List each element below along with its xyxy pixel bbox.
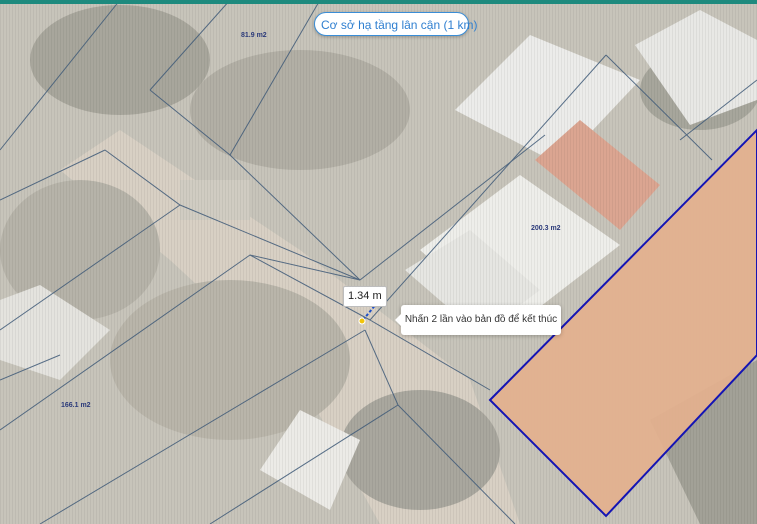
- nearby-infrastructure-button[interactable]: Cơ sở hạ tầng lân cận (1 km): [314, 12, 477, 36]
- parcel-area-label: 81.9 m2: [241, 32, 267, 39]
- parcel-area-label: 200.3 m2: [531, 225, 561, 232]
- parcel-area-label: 166.1 m2: [61, 402, 91, 409]
- top-accent-strip: [0, 0, 757, 4]
- distance-label: 1.34 m: [343, 286, 387, 307]
- map-canvas[interactable]: Cơ sở hạ tầng lân cận (1 km) 81.9 m2 200…: [0, 0, 757, 524]
- measure-point[interactable]: [358, 317, 366, 325]
- measure-hint-tooltip: Nhấn 2 lần vào bản đồ để kết thúc: [395, 305, 561, 335]
- satellite-map[interactable]: [0, 0, 757, 524]
